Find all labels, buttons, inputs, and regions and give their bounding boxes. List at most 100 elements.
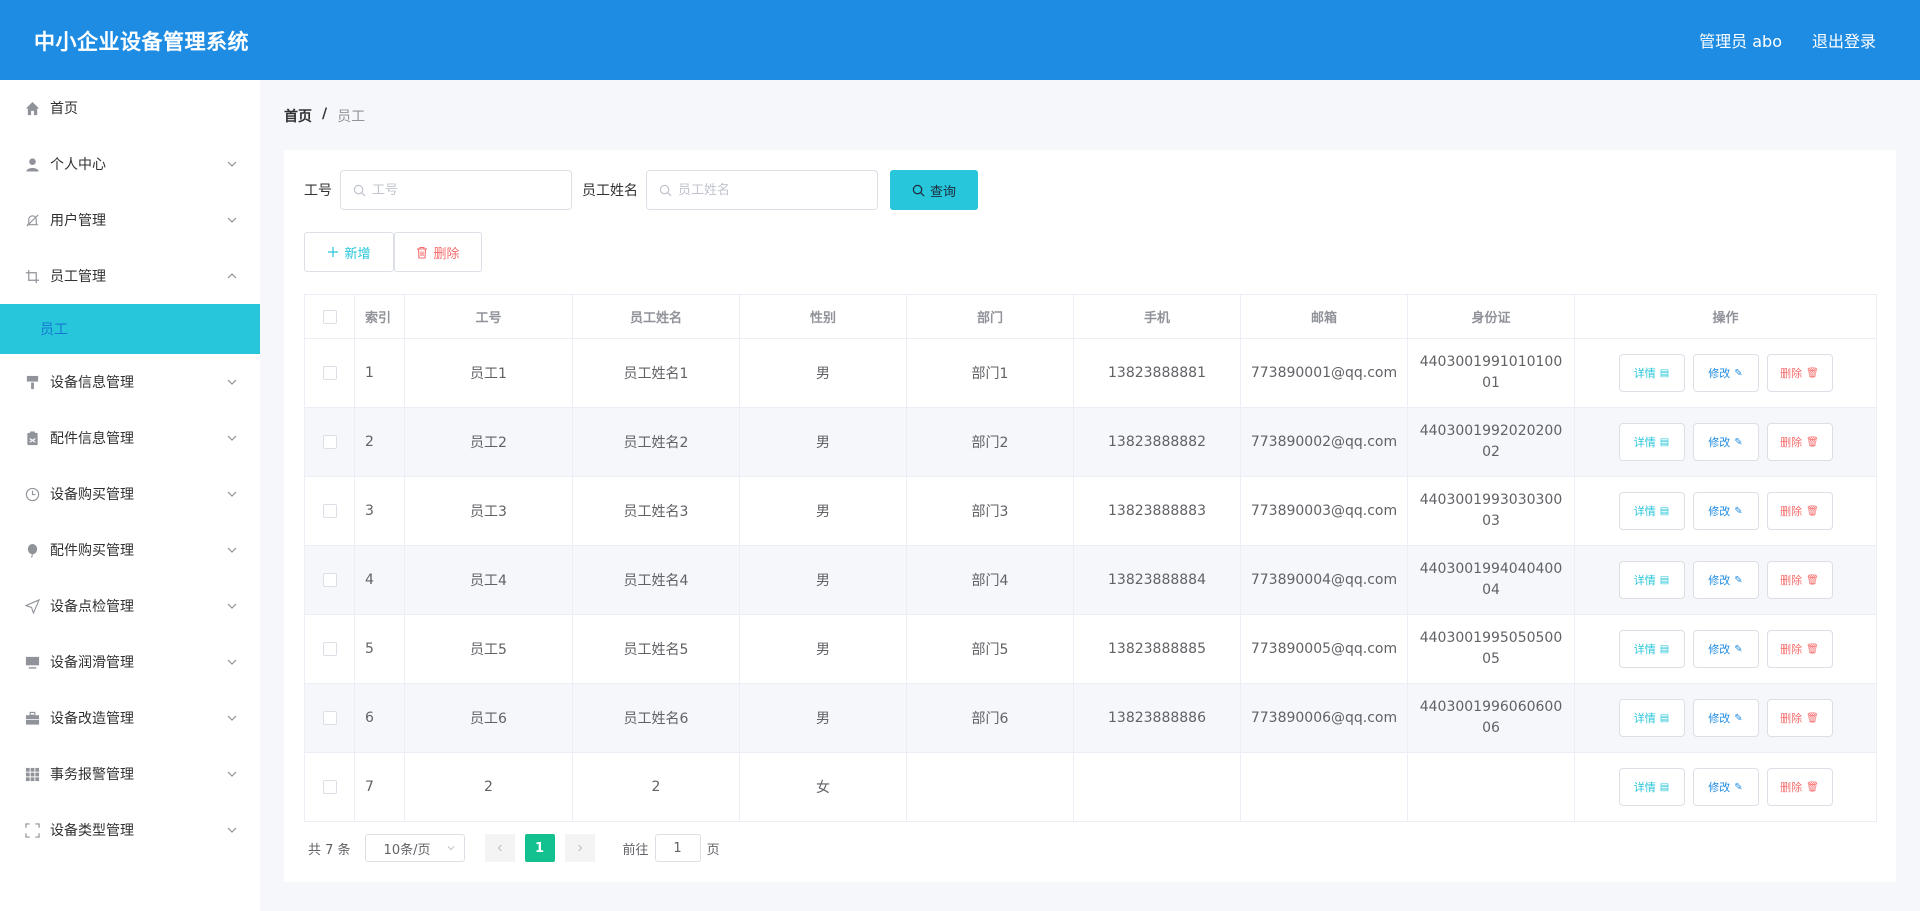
select-all-checkbox[interactable] bbox=[322, 309, 337, 324]
document-icon: ▤ bbox=[1659, 505, 1670, 517]
detail-button[interactable]: 详情 ▤ bbox=[1618, 492, 1685, 530]
cell-id: 2 bbox=[404, 752, 573, 822]
cell-index: 6 bbox=[354, 683, 405, 753]
cell-gender: 男 bbox=[739, 683, 907, 753]
page-number-active[interactable]: 1 bbox=[524, 834, 555, 862]
cell-dept: 部门4 bbox=[906, 545, 1074, 615]
sidebar-item-parts-info[interactable]: 配件信息管理 bbox=[0, 410, 260, 466]
page-size-select[interactable]: 10条/页 bbox=[364, 834, 465, 862]
column-header: 工号 bbox=[404, 294, 573, 339]
edit-button[interactable]: 修改 ✎ bbox=[1692, 630, 1759, 668]
edit-button-label: 修改 bbox=[1708, 781, 1731, 794]
edit-button-label: 修改 bbox=[1708, 505, 1731, 518]
breadcrumb-home[interactable]: 首页 bbox=[284, 106, 312, 126]
remove-button[interactable]: 删除 🗑 bbox=[1766, 492, 1833, 530]
edit-button[interactable]: 修改 ✎ bbox=[1692, 354, 1759, 392]
sidebar-item-personal-center[interactable]: 个人中心 bbox=[0, 136, 260, 192]
delete-button[interactable]: 删除 bbox=[394, 232, 482, 272]
total-count: 共 7 条 bbox=[308, 842, 351, 858]
goto-suffix: 页 bbox=[706, 842, 720, 858]
remove-button[interactable]: 删除 🗑 bbox=[1766, 630, 1833, 668]
remove-button[interactable]: 删除 🗑 bbox=[1766, 561, 1833, 599]
cell-email bbox=[1240, 752, 1408, 822]
row-checkbox[interactable] bbox=[322, 573, 337, 587]
employee-name-field[interactable] bbox=[646, 170, 878, 210]
row-checkbox[interactable] bbox=[322, 435, 337, 449]
query-button[interactable]: 查询 bbox=[890, 170, 978, 210]
cell-id: 员工2 bbox=[404, 407, 573, 477]
remove-button[interactable]: 删除 🗑 bbox=[1766, 354, 1833, 392]
table-row: 7 2 2 女详情 ▤ 修改 ✎ 删除 🗑 bbox=[304, 752, 1877, 822]
sidebar-item-employee[interactable]: 员工 bbox=[0, 304, 260, 354]
edit-button-label: 修改 bbox=[1708, 367, 1731, 380]
cell-index: 1 bbox=[354, 338, 405, 408]
employee-name-input[interactable] bbox=[678, 182, 868, 198]
row-select-cell bbox=[304, 545, 355, 615]
remove-button-label: 删除 bbox=[1780, 643, 1803, 656]
employee-id-input[interactable] bbox=[372, 182, 562, 198]
chevron-down-icon bbox=[227, 659, 237, 665]
edit-icon: ✎ bbox=[1734, 643, 1743, 655]
row-checkbox[interactable] bbox=[322, 780, 337, 794]
clock-icon bbox=[24, 486, 40, 502]
detail-button[interactable]: 详情 ▤ bbox=[1618, 699, 1685, 737]
sidebar-item-device-lubrication[interactable]: 设备润滑管理 bbox=[0, 634, 260, 690]
cell-phone: 13823888885 bbox=[1073, 614, 1241, 684]
chevron-down-icon bbox=[227, 715, 237, 721]
edit-button[interactable]: 修改 ✎ bbox=[1692, 699, 1759, 737]
chevron-down-icon bbox=[227, 379, 237, 385]
cell-name: 员工姓名4 bbox=[572, 545, 740, 615]
brush-icon bbox=[24, 374, 40, 390]
remove-button[interactable]: 删除 🗑 bbox=[1766, 768, 1833, 806]
detail-button[interactable]: 详情 ▤ bbox=[1618, 630, 1685, 668]
edit-button[interactable]: 修改 ✎ bbox=[1692, 492, 1759, 530]
sidebar-item-device-info[interactable]: 设备信息管理 bbox=[0, 354, 260, 410]
row-checkbox[interactable] bbox=[322, 711, 337, 725]
sidebar-item-device-purchase[interactable]: 设备购买管理 bbox=[0, 466, 260, 522]
row-checkbox[interactable] bbox=[322, 366, 337, 380]
chevron-down-icon bbox=[227, 161, 237, 167]
send-icon bbox=[24, 598, 40, 614]
edit-icon: ✎ bbox=[1734, 574, 1743, 586]
cell-phone: 13823888882 bbox=[1073, 407, 1241, 477]
add-button[interactable]: 新增 bbox=[304, 232, 394, 272]
next-page-button[interactable] bbox=[564, 834, 595, 862]
cell-index: 7 bbox=[354, 752, 405, 822]
employee-id-field[interactable] bbox=[340, 170, 572, 210]
row-actions: 详情 ▤ 修改 ✎ 删除 🗑 bbox=[1574, 683, 1877, 753]
remove-button[interactable]: 删除 🗑 bbox=[1766, 423, 1833, 461]
detail-button[interactable]: 详情 ▤ bbox=[1618, 768, 1685, 806]
cell-index: 5 bbox=[354, 614, 405, 684]
goto-page-input[interactable]: 1 bbox=[654, 834, 701, 862]
sidebar-item-alarm-management[interactable]: 事务报警管理 bbox=[0, 746, 260, 802]
sidebar-item-device-retrofit[interactable]: 设备改造管理 bbox=[0, 690, 260, 746]
edit-button-label: 修改 bbox=[1708, 712, 1731, 725]
plus-icon bbox=[328, 247, 339, 257]
sidebar-item-parts-purchase[interactable]: 配件购买管理 bbox=[0, 522, 260, 578]
sidebar-item-device-inspection[interactable]: 设备点检管理 bbox=[0, 578, 260, 634]
edit-button[interactable]: 修改 ✎ bbox=[1692, 561, 1759, 599]
sidebar-item-employee-management[interactable]: 员工管理 bbox=[0, 248, 260, 304]
edit-button[interactable]: 修改 ✎ bbox=[1692, 768, 1759, 806]
sidebar-item-label: 配件购买管理 bbox=[50, 543, 134, 559]
sidebar-item-user-management[interactable]: 用户管理 bbox=[0, 192, 260, 248]
column-header: 员工姓名 bbox=[572, 294, 740, 339]
logout-button[interactable]: 退出登录 bbox=[1812, 28, 1876, 52]
remove-button[interactable]: 删除 🗑 bbox=[1766, 699, 1833, 737]
sidebar-item-device-type[interactable]: 设备类型管理 bbox=[0, 802, 260, 858]
row-checkbox[interactable] bbox=[322, 504, 337, 518]
prev-page-button[interactable] bbox=[484, 834, 515, 862]
admin-label[interactable]: 管理员 abo bbox=[1699, 28, 1782, 52]
row-checkbox[interactable] bbox=[322, 642, 337, 656]
detail-button[interactable]: 详情 ▤ bbox=[1618, 423, 1685, 461]
cell-email: 773890002@qq.com bbox=[1240, 407, 1408, 477]
sidebar-item-label: 设备润滑管理 bbox=[50, 655, 134, 671]
edit-button[interactable]: 修改 ✎ bbox=[1692, 423, 1759, 461]
detail-button[interactable]: 详情 ▤ bbox=[1618, 354, 1685, 392]
cell-email: 773890005@qq.com bbox=[1240, 614, 1408, 684]
detail-button[interactable]: 详情 ▤ bbox=[1618, 561, 1685, 599]
sidebar-item-home[interactable]: 首页 bbox=[0, 80, 260, 136]
column-header: 性别 bbox=[739, 294, 907, 339]
cell-gender: 男 bbox=[739, 407, 907, 477]
cell-phone: 13823888883 bbox=[1073, 476, 1241, 546]
